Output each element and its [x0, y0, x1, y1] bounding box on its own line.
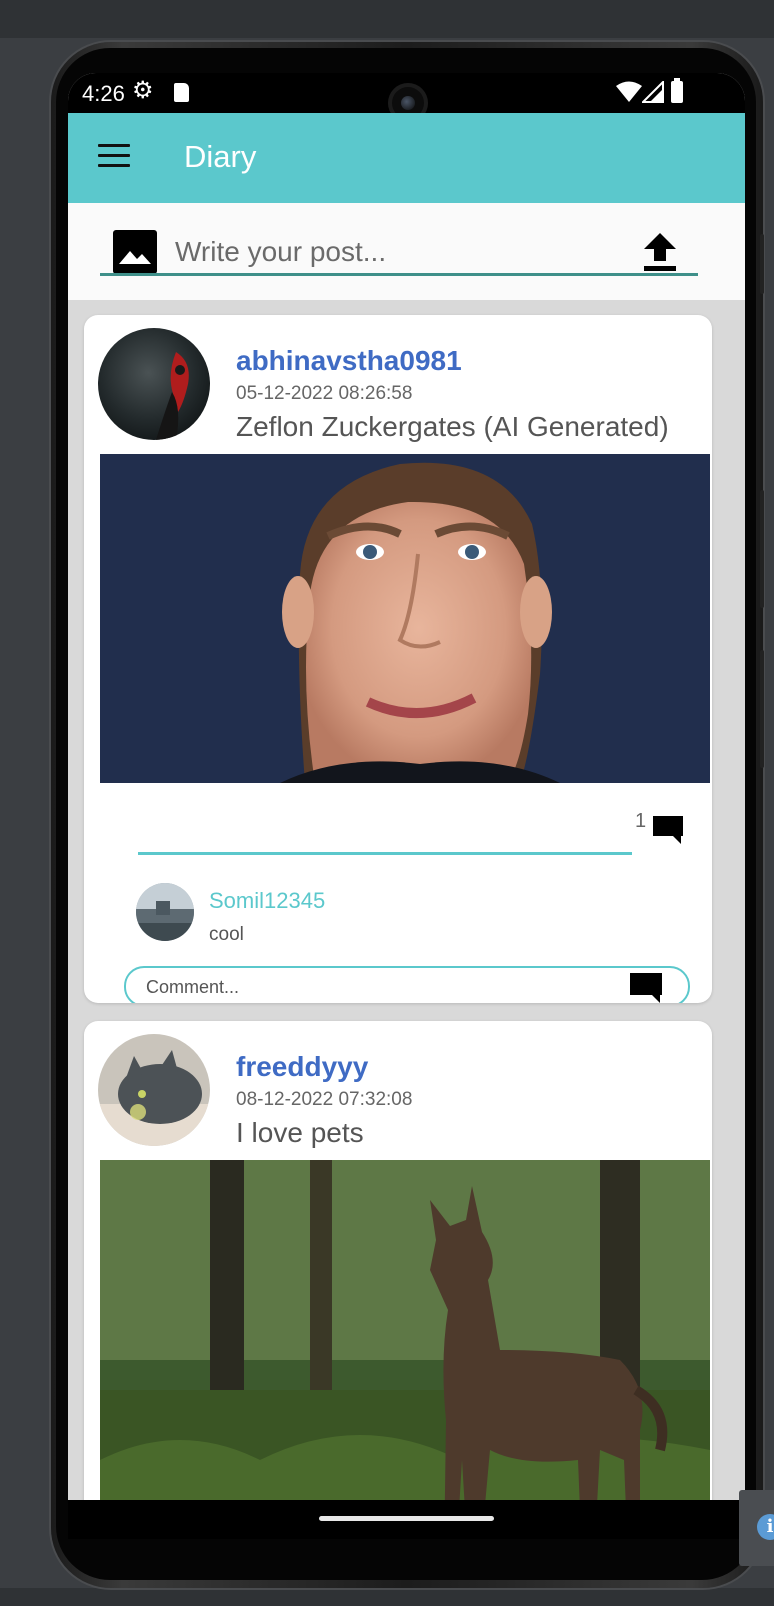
post-timestamp: 08-12-2022 07:32:08 [236, 1089, 413, 1110]
volume-button[interactable] [760, 650, 764, 768]
post-input[interactable] [173, 229, 627, 275]
comment-text: cool [209, 924, 244, 945]
app-title: Diary [184, 139, 257, 174]
post-card: freeddyyy 08-12-2022 07:32:08 I love pet… [84, 1021, 712, 1539]
post-author[interactable]: abhinavstha0981 [236, 345, 462, 377]
post-text: Zeflon Zuckergates (AI Generated) [236, 411, 669, 442]
comment-input[interactable] [144, 972, 628, 1003]
power-button[interactable] [760, 234, 764, 294]
post-image [100, 1160, 710, 1539]
commenter-name[interactable]: Somil12345 [209, 888, 325, 914]
post-timestamp: 05-12-2022 08:26:58 [236, 383, 413, 404]
comment-box [124, 966, 690, 1003]
settings-gear-icon: ⚙ [132, 77, 154, 104]
image-icon[interactable] [113, 230, 157, 274]
volume-button[interactable] [760, 490, 764, 608]
comment-count-underline [138, 852, 632, 855]
emulator-top-bar [0, 0, 774, 38]
sd-card-icon [174, 83, 189, 102]
post-composer [68, 203, 745, 300]
battery-icon [671, 78, 683, 103]
emulator-bottom-bar [0, 1588, 774, 1606]
upload-icon[interactable] [642, 231, 678, 273]
post-card: abhinavstha0981 05-12-2022 08:26:58 Zefl… [84, 315, 712, 1003]
post-input-underline [100, 273, 698, 276]
wifi-icon [616, 81, 642, 102]
info-icon[interactable]: i [757, 1514, 774, 1540]
status-time: 4:26 [82, 81, 125, 106]
hamburger-menu-icon[interactable] [98, 144, 130, 170]
author-avatar[interactable] [98, 328, 210, 440]
navigation-bar [68, 1500, 745, 1539]
comment-count: 1 [635, 810, 647, 832]
device-screen: 4:26 ⚙ Diary Write your post... abhinavs… [68, 73, 745, 1539]
home-gesture-handle[interactable] [319, 1516, 494, 1521]
send-comment-icon[interactable] [628, 971, 664, 1003]
commenter-avatar[interactable] [136, 883, 194, 941]
comment-icon[interactable] [651, 814, 685, 846]
emulator-side-tab[interactable]: i [739, 1490, 774, 1566]
author-avatar[interactable] [98, 1034, 210, 1146]
status-bar: 4:26 ⚙ [68, 73, 745, 123]
post-text: I love pets [236, 1117, 364, 1148]
app-bar: Diary [68, 113, 745, 203]
post-author[interactable]: freeddyyy [236, 1051, 368, 1083]
post-image [100, 454, 710, 783]
cell-signal-icon [642, 81, 664, 103]
